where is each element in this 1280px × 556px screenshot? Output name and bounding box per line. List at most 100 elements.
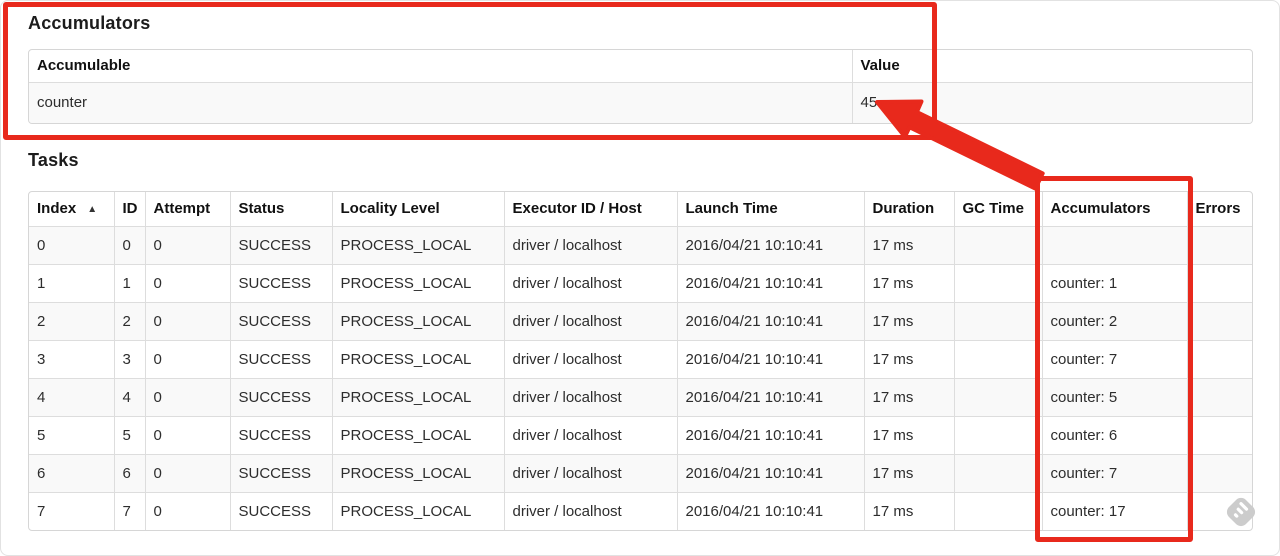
table-cell: 45	[852, 82, 1252, 123]
table-cell: 3	[29, 340, 115, 379]
table-cell: 17 ms	[864, 302, 955, 341]
tasks-section-title: Tasks	[28, 150, 79, 170]
table-cell: 17 ms	[864, 454, 955, 493]
sort-ascending-icon: ▲	[87, 204, 98, 216]
column-header-accumulable: Accumulable	[29, 50, 853, 83]
column-header-duration[interactable]: Duration	[864, 192, 955, 227]
table-cell: 2016/04/21 10:10:41	[677, 454, 865, 493]
table-cell: 17 ms	[864, 264, 955, 303]
table-cell: SUCCESS	[230, 454, 333, 493]
table-cell: counter: 7	[1042, 340, 1188, 379]
table-cell: driver / localhost	[504, 492, 678, 530]
table-cell: PROCESS_LOCAL	[332, 302, 505, 341]
table-cell	[1187, 454, 1252, 493]
table-cell	[1187, 378, 1252, 417]
spark-ui-stage-page: Accumulators Accumulable Value counter 45…	[0, 0, 1280, 556]
table-cell: counter: 1	[1042, 264, 1188, 303]
table-cell: counter: 6	[1042, 416, 1188, 455]
table-cell: SUCCESS	[230, 378, 333, 417]
table-row: 6 6 0 SUCCESS PROCESS_LOCAL driver / localhos…	[29, 454, 1252, 493]
table-cell	[954, 378, 1043, 417]
table-cell: 17 ms	[864, 340, 955, 379]
table-cell: 7	[114, 492, 146, 530]
table-cell: 4	[114, 378, 146, 417]
table-cell	[1187, 340, 1252, 379]
table-cell: 17 ms	[864, 226, 955, 265]
table-row: 3 3 0 SUCCESS PROCESS_LOCAL driver / localhos…	[29, 340, 1252, 379]
table-cell: 6	[114, 454, 146, 493]
column-header-gc-time[interactable]: GC Time	[954, 192, 1043, 227]
table-cell	[1187, 226, 1252, 265]
column-header-attempt[interactable]: Attempt	[145, 192, 231, 227]
table-cell: PROCESS_LOCAL	[332, 226, 505, 265]
table-cell: PROCESS_LOCAL	[332, 264, 505, 303]
column-header-launch-time[interactable]: Launch Time	[677, 192, 865, 227]
table-cell: driver / localhost	[504, 302, 678, 341]
table-cell	[954, 226, 1043, 265]
table-cell: 0	[145, 226, 231, 265]
table-row: 7 7 0 SUCCESS PROCESS_LOCAL driver / localhos…	[29, 492, 1252, 530]
table-cell: 6	[29, 454, 115, 493]
table-cell	[1042, 226, 1188, 265]
column-header-id[interactable]: ID	[114, 192, 146, 227]
table-row: 5 5 0 SUCCESS PROCESS_LOCAL driver / localhos…	[29, 416, 1252, 455]
table-cell: driver / localhost	[504, 378, 678, 417]
table-cell: 2016/04/21 10:10:41	[677, 264, 865, 303]
table-cell: 2016/04/21 10:10:41	[677, 226, 865, 265]
table-cell: 0	[145, 492, 231, 530]
table-cell: SUCCESS	[230, 492, 333, 530]
table-cell: counter: 2	[1042, 302, 1188, 341]
table-cell: 2016/04/21 10:10:41	[677, 340, 865, 379]
table-cell: 17 ms	[864, 416, 955, 455]
accumulators-header-row: Accumulable Value	[29, 50, 1252, 83]
table-cell: PROCESS_LOCAL	[332, 378, 505, 417]
table-cell	[1187, 416, 1252, 455]
table-cell: 5	[114, 416, 146, 455]
table-cell: 1	[114, 264, 146, 303]
column-header-index[interactable]: Index ▲	[29, 192, 115, 227]
table-cell: driver / localhost	[504, 340, 678, 379]
column-header-errors[interactable]: Errors	[1187, 192, 1252, 227]
table-cell: 17 ms	[864, 378, 955, 417]
table-cell	[954, 492, 1043, 530]
table-cell: 17 ms	[864, 492, 955, 530]
column-header-index-label: Index	[37, 200, 77, 218]
table-cell: SUCCESS	[230, 264, 333, 303]
table-cell: 0	[145, 264, 231, 303]
table-cell	[954, 416, 1043, 455]
table-cell: 2016/04/21 10:10:41	[677, 416, 865, 455]
table-cell: 2	[114, 302, 146, 341]
table-cell	[1187, 264, 1252, 303]
table-row: 2 2 0 SUCCESS PROCESS_LOCAL driver / localhos…	[29, 302, 1252, 341]
table-cell: 3	[114, 340, 146, 379]
table-row: 4 4 0 SUCCESS PROCESS_LOCAL driver / localhos…	[29, 378, 1252, 417]
table-cell	[1187, 492, 1252, 530]
table-cell	[954, 302, 1043, 341]
table-cell: PROCESS_LOCAL	[332, 454, 505, 493]
column-header-accumulators[interactable]: Accumulators	[1042, 192, 1188, 227]
table-cell: 0	[145, 340, 231, 379]
table-cell: 2	[29, 302, 115, 341]
table-cell: driver / localhost	[504, 416, 678, 455]
accumulators-table: Accumulable Value counter 45	[28, 49, 1253, 124]
table-cell: 1	[29, 264, 115, 303]
column-header-locality-level[interactable]: Locality Level	[332, 192, 505, 227]
table-cell	[1187, 302, 1252, 341]
table-cell: 4	[29, 378, 115, 417]
table-cell: SUCCESS	[230, 226, 333, 265]
table-cell: counter	[29, 82, 853, 123]
table-row: 1 1 0 SUCCESS PROCESS_LOCAL driver / localhos…	[29, 264, 1252, 303]
table-cell: PROCESS_LOCAL	[332, 492, 505, 530]
table-cell: 2016/04/21 10:10:41	[677, 302, 865, 341]
column-header-executor-id-host[interactable]: Executor ID / Host	[504, 192, 678, 227]
table-cell: counter: 5	[1042, 378, 1188, 417]
table-cell: 7	[29, 492, 115, 530]
table-cell: 0	[145, 416, 231, 455]
table-cell: 0	[114, 226, 146, 265]
table-cell: SUCCESS	[230, 340, 333, 379]
table-cell: SUCCESS	[230, 302, 333, 341]
column-header-value: Value	[852, 50, 1252, 83]
column-header-status[interactable]: Status	[230, 192, 333, 227]
tasks-table: Index ▲ ID Attempt Status Locality Level …	[28, 191, 1253, 531]
table-cell: SUCCESS	[230, 416, 333, 455]
